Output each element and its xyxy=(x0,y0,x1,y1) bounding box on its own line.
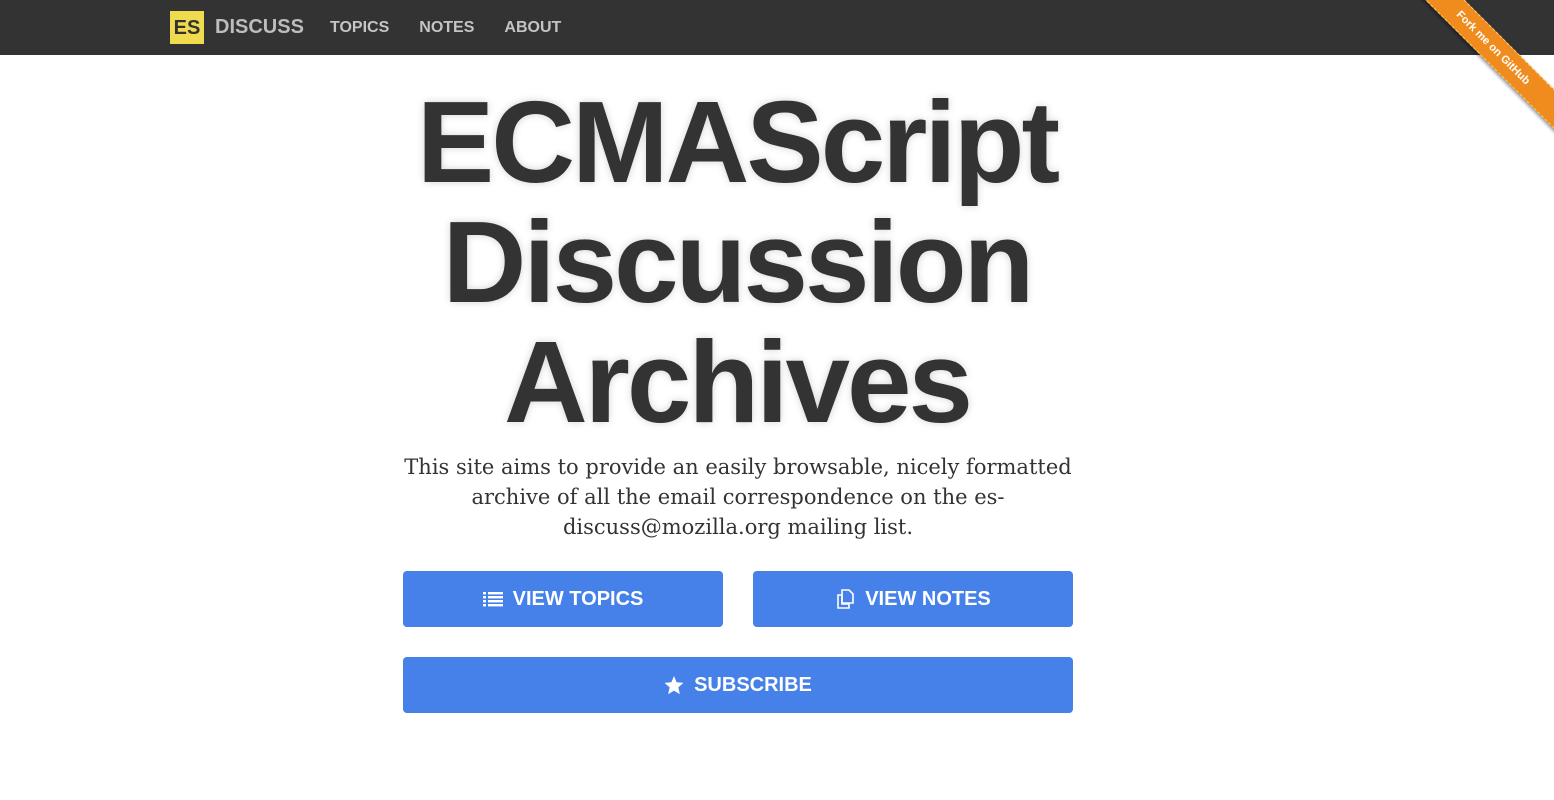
top-navbar: ES DISCUSS TOPICS NOTES ABOUT xyxy=(0,0,1554,55)
copy-icon xyxy=(835,589,855,609)
es-logo: ES xyxy=(170,11,204,44)
view-notes-button[interactable]: VIEW NOTES xyxy=(753,571,1073,627)
title-line-2: Discussion xyxy=(442,197,1035,327)
list-icon xyxy=(482,591,503,607)
fork-on-github-ribbon[interactable]: Fork me on GitHub xyxy=(1408,0,1554,133)
nav-link-topics[interactable]: TOPICS xyxy=(330,19,389,37)
site-description: This site aims to provide an easily brow… xyxy=(404,455,1072,539)
view-topics-label: VIEW TOPICS xyxy=(512,587,644,610)
title-line-1: ECMAScript xyxy=(416,77,1060,207)
brand-name: DISCUSS xyxy=(215,16,304,38)
subscribe-button[interactable]: SUBSCRIBE xyxy=(403,657,1073,713)
view-topics-button[interactable]: VIEW TOPICS xyxy=(403,571,723,627)
github-ribbon-container: Fork me on GitHub xyxy=(1404,0,1554,150)
title-line-3: Archives xyxy=(503,317,973,447)
star-icon xyxy=(664,675,684,695)
nav-link-about[interactable]: ABOUT xyxy=(504,19,561,37)
subscribe-label: SUBSCRIBE xyxy=(694,673,812,696)
page-title: ECMAScript Discussion Archives xyxy=(377,82,1097,442)
nav-links: TOPICS NOTES ABOUT xyxy=(330,0,591,55)
nav-link-notes[interactable]: NOTES xyxy=(419,19,474,37)
brand-link[interactable]: ES DISCUSS xyxy=(170,11,304,44)
view-notes-label: VIEW NOTES xyxy=(865,587,991,610)
